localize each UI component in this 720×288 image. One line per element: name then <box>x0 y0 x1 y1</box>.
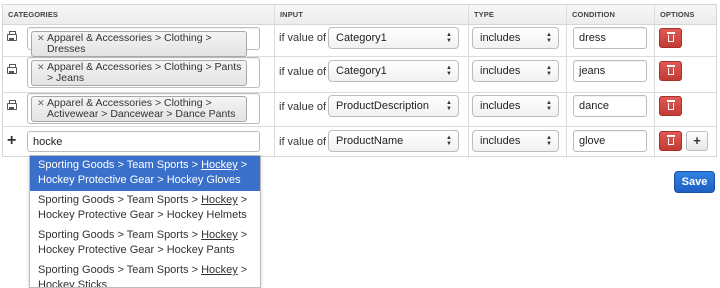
suggestion-match: Hockey <box>201 229 238 241</box>
input-select-value: Category1 <box>336 32 387 44</box>
column-divider <box>566 5 567 158</box>
delete-button[interactable] <box>659 131 682 151</box>
save-button[interactable]: Save <box>674 171 715 193</box>
category-tag-label: Apparel & Accessories > Clothing > Activ… <box>47 97 236 120</box>
type-select-value: includes <box>480 135 521 147</box>
header-type: TYPE <box>474 10 494 19</box>
suggestion-prefix: Sporting Goods > Team Sports > <box>38 229 202 241</box>
print-icon[interactable] <box>6 31 20 44</box>
trash-icon <box>667 135 675 145</box>
category-field[interactable]: ✕ Apparel & Accessories > Clothing > Pan… <box>27 57 260 88</box>
input-select-value: Category1 <box>336 65 387 77</box>
type-select[interactable]: includes ▲ ▼ <box>472 130 559 152</box>
select-arrows-icon: ▲ ▼ <box>546 32 552 44</box>
select-arrows-icon: ▲ ▼ <box>546 65 552 77</box>
category-search-value: hocke <box>33 136 63 148</box>
category-tag[interactable]: ✕ Apparel & Accessories > Clothing > Dre… <box>31 31 247 57</box>
input-select[interactable]: Category1 ▲ ▼ <box>328 27 459 49</box>
delete-button[interactable] <box>659 28 682 48</box>
input-select[interactable]: ProductName ▲ ▼ <box>328 130 459 152</box>
input-select-value: ProductDescription <box>336 100 429 112</box>
delete-button[interactable] <box>659 96 682 116</box>
condition-input[interactable]: glove <box>573 130 647 152</box>
category-suggestions-dropdown: Sporting Goods > Team Sports > Hockey > … <box>29 155 261 288</box>
type-select-value: includes <box>480 32 521 44</box>
add-row-icon[interactable]: + <box>6 133 20 149</box>
print-icon[interactable] <box>6 100 20 113</box>
if-value-label: if value of <box>279 136 327 148</box>
category-search-input[interactable]: hocke <box>27 131 260 152</box>
suggestion-item[interactable]: Sporting Goods > Team Sports > Hockey > … <box>30 191 260 226</box>
select-arrows-icon: ▲ ▼ <box>446 65 452 77</box>
category-field[interactable]: ✕ Apparel & Accessories > Clothing > Dre… <box>27 27 260 57</box>
print-icon[interactable] <box>6 64 20 77</box>
if-value-label: if value of <box>279 101 327 113</box>
column-divider <box>274 5 275 158</box>
suggestion-match: Hockey <box>201 264 238 276</box>
suggestion-match: Hockey <box>201 194 238 206</box>
header-input: INPUT <box>280 10 303 19</box>
select-arrows-icon: ▲ ▼ <box>446 135 452 147</box>
header-categories: CATEGORIES <box>8 10 59 19</box>
header-options: OPTIONS <box>660 10 695 19</box>
input-select[interactable]: ProductDescription ▲ ▼ <box>328 95 459 117</box>
suggestion-item[interactable]: Sporting Goods > Team Sports > Hockey > … <box>30 261 260 287</box>
condition-input[interactable]: jeans <box>573 60 647 82</box>
type-select-value: includes <box>480 100 521 112</box>
category-field[interactable]: ✕ Apparel & Accessories > Clothing > Act… <box>27 93 260 124</box>
header-condition: CONDITION <box>572 10 615 19</box>
suggestion-prefix: Sporting Goods > Team Sports > <box>38 194 202 206</box>
type-select[interactable]: includes ▲ ▼ <box>472 95 559 117</box>
input-select-value: ProductName <box>336 135 404 147</box>
input-select[interactable]: Category1 ▲ ▼ <box>328 60 459 82</box>
row-divider <box>3 126 716 127</box>
table-header: CATEGORIES INPUT TYPE CONDITION OPTIONS <box>3 5 716 25</box>
category-tag[interactable]: ✕ Apparel & Accessories > Clothing > Act… <box>31 96 247 122</box>
select-arrows-icon: ▲ ▼ <box>446 100 452 112</box>
condition-value: glove <box>579 135 606 147</box>
column-divider <box>468 5 469 158</box>
suggestion-prefix: Sporting Goods > Team Sports > <box>38 159 202 171</box>
add-button[interactable]: + <box>686 131 708 151</box>
type-select-value: includes <box>480 65 521 77</box>
condition-value: dress <box>579 32 606 44</box>
condition-value: dance <box>579 100 609 112</box>
suggestion-match: Hockey <box>201 159 238 171</box>
condition-input[interactable]: dress <box>573 27 647 49</box>
trash-icon <box>667 32 675 42</box>
type-select[interactable]: includes ▲ ▼ <box>472 60 559 82</box>
condition-input[interactable]: dance <box>573 95 647 117</box>
suggestion-item[interactable]: Sporting Goods > Team Sports > Hockey > … <box>30 226 260 261</box>
category-tag-label: Apparel & Accessories > Clothing > Pants… <box>47 61 242 84</box>
if-value-label: if value of <box>279 32 327 44</box>
remove-tag-icon[interactable]: ✕ <box>37 98 45 109</box>
suggestion-item[interactable]: Sporting Goods > Team Sports > Hockey > … <box>30 156 260 191</box>
suggestion-prefix: Sporting Goods > Team Sports > <box>38 264 202 276</box>
category-tag-label: Apparel & Accessories > Clothing > Dress… <box>47 32 212 55</box>
remove-tag-icon[interactable]: ✕ <box>37 62 45 73</box>
remove-tag-icon[interactable]: ✕ <box>37 33 45 44</box>
trash-icon <box>667 100 675 110</box>
trash-icon <box>667 65 675 75</box>
column-divider <box>654 5 655 158</box>
select-arrows-icon: ▲ ▼ <box>546 100 552 112</box>
category-tag[interactable]: ✕ Apparel & Accessories > Clothing > Pan… <box>31 60 247 86</box>
select-arrows-icon: ▲ ▼ <box>546 135 552 147</box>
select-arrows-icon: ▲ ▼ <box>446 32 452 44</box>
if-value-label: if value of <box>279 66 327 78</box>
type-select[interactable]: includes ▲ ▼ <box>472 27 559 49</box>
condition-value: jeans <box>579 65 606 77</box>
delete-button[interactable] <box>659 61 682 81</box>
